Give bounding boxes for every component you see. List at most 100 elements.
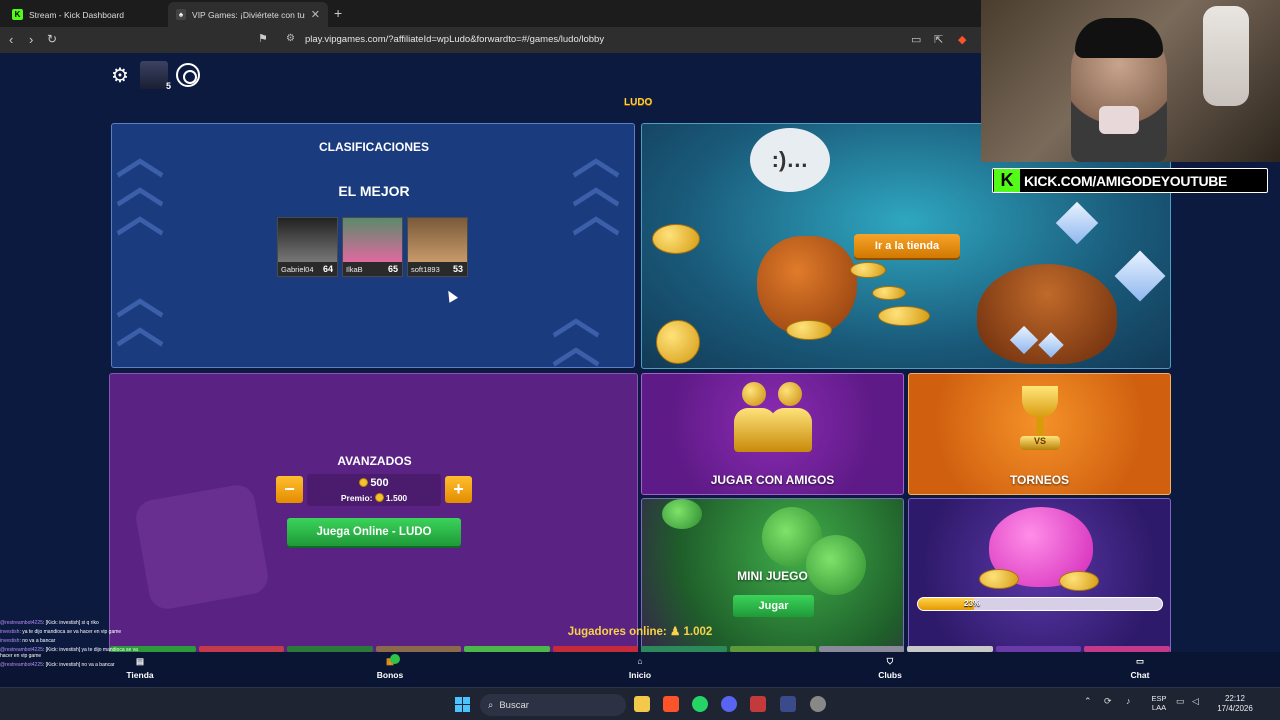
app-icon[interactable] <box>780 696 796 712</box>
player-photo <box>278 218 337 262</box>
address-bar[interactable]: play.vipgames.com/?affiliateId=wpLudo&fo… <box>305 34 604 45</box>
nav-home[interactable]: ⌂ Inicio <box>610 656 670 680</box>
new-tab-button[interactable]: + <box>334 5 342 21</box>
prize: Premio: 1.500 <box>307 493 441 503</box>
sync-icon[interactable]: ⟳ <box>1104 696 1112 707</box>
discord-icon[interactable] <box>721 696 737 712</box>
network-icon[interactable]: ▭ <box>1176 696 1185 707</box>
chat-text: : [Kick: investish] si q riko <box>42 620 99 626</box>
bottle-image <box>1203 6 1249 106</box>
play-with-friends-tile[interactable]: JUGAR CON AMIGOS <box>641 373 904 495</box>
player-level: 5 <box>165 81 171 91</box>
tray-chevron-icon[interactable]: ⌃ <box>1084 696 1092 707</box>
chat-message: investish: ya te dijo mandioca se va hac… <box>0 629 138 635</box>
video-app-icon[interactable] <box>750 696 766 712</box>
bet-value: 500 <box>370 477 389 489</box>
chat-text: : ya te dijo mandioca se va hacer en vip… <box>19 629 122 635</box>
site-info-icon[interactable]: ⚙ <box>286 33 295 44</box>
chat-icon: ▭ <box>1135 656 1145 666</box>
rankings-panel[interactable]: ︿ ︿ ︿ ︿ ︿ ︿ ︿ ︿ ︿ ︿ CLASIFICACIONES EL MEJOR G… <box>111 123 635 368</box>
chat-message: @restreambot4225: [Kick: investish] si q… <box>0 620 138 626</box>
piggy-progress-bar: 23% <box>917 597 1163 611</box>
forward-icon[interactable]: › <box>29 32 33 47</box>
chat-message: @restreambot4225: [Kick: investish] ya t… <box>0 647 138 659</box>
player-name: IlkaB <box>346 265 363 274</box>
chat-user: @restreambot4225 <box>0 620 43 626</box>
nav-chat[interactable]: ▭ Chat <box>1110 656 1170 680</box>
player-photo <box>343 218 402 262</box>
coin-icon <box>374 493 384 502</box>
share-icon[interactable]: ⇱ <box>934 33 943 46</box>
increase-bet-button[interactable]: + <box>445 476 472 503</box>
coin-icon <box>652 224 700 254</box>
volume-icon[interactable]: ◁ <box>1192 696 1199 707</box>
trophy-icon: VS <box>1014 386 1066 456</box>
bet-amount: 500 <box>307 477 441 489</box>
file-explorer-icon[interactable] <box>634 696 650 712</box>
vip-icon: ♠ <box>176 9 187 20</box>
close-tab-icon[interactable]: ✕ <box>311 8 320 21</box>
players-online: Jugadores online: ♟ 1.002 <box>0 624 1280 638</box>
brave-browser-icon[interactable] <box>663 696 679 712</box>
chevron-decoration-icon: ︿ ︿ <box>552 291 601 368</box>
coin-icon <box>656 320 700 364</box>
tab-vip-games[interactable]: ♠ VIP Games: ¡Diviértete con tus a ✕ <box>168 2 328 27</box>
player-score: 65 <box>387 264 398 274</box>
coin-icon <box>878 306 930 326</box>
whatsapp-icon[interactable] <box>692 696 708 712</box>
microphone-image <box>1099 106 1139 134</box>
decrease-bet-button[interactable]: − <box>276 476 303 503</box>
play-mini-game-button[interactable]: Jugar <box>733 595 814 617</box>
back-icon[interactable]: ‹ <box>9 32 13 47</box>
bottom-navigation: ▤ Tienda ▦ Bonos ⌂ Inicio ⛉ Clubs ▭ Chat <box>0 652 1280 687</box>
chat-user: investish <box>0 638 20 644</box>
windows-start-icon[interactable] <box>455 697 470 712</box>
rankings-subtitle: EL MEJOR <box>338 183 410 199</box>
top-player[interactable]: soft1893 53 <box>407 217 468 277</box>
bet-stepper: − 500 Premio: 1.500 + <box>276 474 472 506</box>
system-clock[interactable]: 22:12 17/4/2026 <box>1210 694 1260 714</box>
chat-message: investish: no va a bancar <box>0 638 138 644</box>
player-photo <box>408 218 467 262</box>
lang-layout: LAA <box>1151 703 1167 713</box>
clover-icon <box>662 499 702 529</box>
kick-channel-banner: K KICK.COM/AMIGODEYOUTUBE <box>992 168 1268 193</box>
bookmark-icon[interactable]: ⚑ <box>258 32 268 45</box>
chat-text: : [Kick: investish] no va a bancar <box>42 662 115 668</box>
nav-bonuses[interactable]: ▦ Bonos <box>360 654 420 680</box>
mini-game-label: MINI JUEGO <box>737 569 808 583</box>
chat-text: : no va a bancar <box>19 638 56 644</box>
input-language[interactable]: ESP LAA <box>1148 694 1170 713</box>
reload-icon[interactable]: ↻ <box>47 32 57 46</box>
coin-icon <box>979 569 1019 589</box>
clock-time: 22:12 <box>1224 694 1246 703</box>
friends-label: JUGAR CON AMIGOS <box>710 473 835 487</box>
taskbar-search[interactable]: ⌕ Buscar <box>480 694 626 716</box>
top-player[interactable]: Gabriel04 64 <box>277 217 338 277</box>
obs-icon[interactable] <box>810 696 826 712</box>
diamond-icon <box>1114 250 1166 302</box>
nav-label: Chat <box>1130 670 1150 680</box>
mic-icon[interactable]: ♪ <box>1126 696 1131 706</box>
player-icon: ♟ <box>669 626 681 638</box>
clover-icon <box>806 535 866 595</box>
notification-badge <box>390 654 400 664</box>
go-to-store-button[interactable]: Ir a la tienda <box>854 234 960 258</box>
brave-shield-icon[interactable]: ◆ <box>958 33 966 46</box>
tab-kick-dashboard[interactable]: K Stream - Kick Dashboard <box>4 2 164 27</box>
settings-gear-icon[interactable]: ⚙ <box>108 63 132 87</box>
diamond-icon <box>1055 201 1099 245</box>
streamer-hair <box>1075 18 1163 58</box>
nav-clubs[interactable]: ⛉ Clubs <box>860 656 920 680</box>
player-avatar[interactable]: 5 <box>140 61 171 91</box>
cast-icon[interactable]: ▭ <box>911 33 921 46</box>
chat-user: investish <box>0 629 20 635</box>
top-player[interactable]: IlkaB 65 <box>342 217 403 277</box>
ludo-logo: LUDO <box>624 97 653 108</box>
tournaments-tile[interactable]: VS TORNEOS <box>908 373 1171 495</box>
play-online-button[interactable]: Juega Online - LUDO <box>287 518 461 546</box>
online-count: 1.002 <box>683 626 713 638</box>
missions-target-icon[interactable] <box>176 63 200 87</box>
chat-message: @restreambot4225: [Kick: investish] no v… <box>0 662 138 668</box>
top-players: Gabriel04 64 IlkaB 65 soft1893 53 <box>277 217 468 277</box>
